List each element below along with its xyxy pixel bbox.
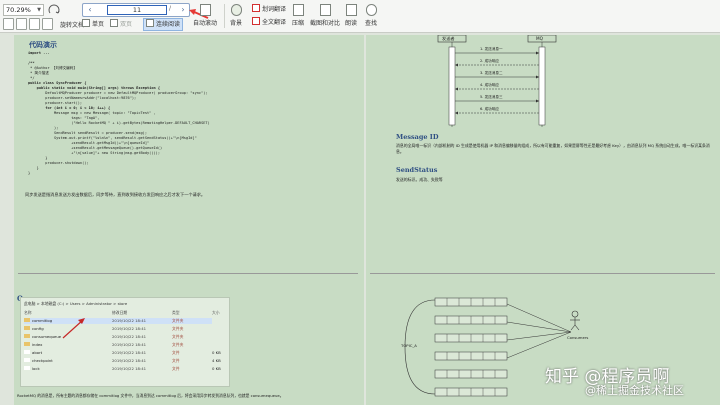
- read-aloud-icon: [345, 4, 357, 16]
- single-page-icon: [82, 19, 90, 27]
- seq-message-label: 3. 发送消息二: [480, 71, 503, 75]
- seq-arrowhead: [536, 75, 539, 79]
- zoom-value: 70.29%: [6, 6, 31, 14]
- rotate-icon[interactable]: [46, 4, 66, 16]
- full-translate-icon: [252, 17, 260, 25]
- consumers-label: Consumers: [567, 335, 589, 340]
- background-button[interactable]: 背景: [230, 4, 242, 27]
- fit-page-icon[interactable]: [3, 18, 14, 30]
- continuous-read-button[interactable]: 连续阅读: [143, 18, 184, 31]
- seq-message-label: 5. 发送消息三: [480, 95, 503, 99]
- single-page-button[interactable]: 单页: [82, 19, 104, 30]
- file-row[interactable]: config 2019/10/22 18:41 文件夹: [24, 326, 212, 332]
- auto-scroll-icon: [199, 4, 211, 16]
- file-row[interactable]: lock 2019/10/22 18:41 文件 0 KB: [24, 366, 221, 372]
- seq-participant-sender: 发送者: [442, 36, 455, 41]
- seq-arrowhead: [536, 99, 539, 103]
- annotation-arrow-icon: [62, 318, 85, 339]
- section-title-send-status: SendStatus: [396, 166, 438, 174]
- search-icon: [365, 4, 377, 16]
- section-title-code: 代码演示: [29, 40, 57, 49]
- read-aloud-button[interactable]: 朗读: [345, 4, 357, 27]
- toolbar: 70.29% ▼ 旋转文档 ‹ / › 单页 双页 连续阅读 自动滚动 背景 划…: [0, 0, 720, 33]
- file-row[interactable]: commitlog 2019/10/22 18:41 文件夹: [24, 318, 212, 324]
- continuous-read-icon: [146, 19, 154, 27]
- page-divider: [18, 273, 358, 274]
- breadcrumb: 此电脑 > 本地磁盘 (C:) > Users > Administrator …: [24, 301, 128, 306]
- page-total: /: [169, 5, 172, 12]
- file-table-header: 名称 修改日期 类型 大小: [24, 310, 220, 315]
- folder-icon: [24, 342, 30, 346]
- compress-button[interactable]: 压缩: [292, 4, 304, 27]
- actual-size-icon[interactable]: [29, 18, 40, 30]
- seq-arrowhead: [455, 63, 458, 67]
- divider: [224, 4, 225, 28]
- translate-icon: [252, 4, 260, 12]
- file-explorer-screenshot: 此电脑 > 本地磁盘 (C:) > Users > Administrator …: [20, 297, 230, 387]
- code-line: }: [28, 171, 31, 175]
- rotate-label[interactable]: 旋转文档: [60, 20, 84, 29]
- seq-message-label: 1. 发送消息一: [480, 47, 503, 51]
- double-page-icon: [110, 19, 118, 27]
- file-icon: [24, 358, 30, 362]
- file-row[interactable]: consumequeue 2019/10/22 18:41 文件夹: [24, 334, 212, 340]
- bottom-paragraph: RocketMQ 的消息是，所有主题的消息都存储在 commitlog 文件中，…: [17, 393, 284, 398]
- sync-send-paragraph: 同步发送是指消息发送方发出数据后，同步等待，直到收到接收方发回响应之后才发下一个…: [25, 192, 206, 197]
- topic-label: TOPIC_A: [401, 343, 417, 348]
- page-navigator: ‹ / ›: [82, 3, 190, 17]
- send-status-paragraph: 发送的标识。成功、失败等: [396, 177, 443, 182]
- screenshot-icon: [319, 4, 331, 16]
- full-translate-button[interactable]: 全文翻译: [252, 17, 286, 28]
- seq-message-label: 2. 成功响应: [480, 59, 499, 63]
- watermark-juejin: @稀土掘金技术社区: [585, 384, 684, 397]
- folder-icon: [24, 326, 30, 330]
- page-divider: [370, 273, 715, 274]
- folder-icon: [24, 334, 30, 338]
- zoom-select[interactable]: 70.29% ▼: [3, 4, 44, 16]
- seq-participant-mq: MQ: [536, 36, 543, 41]
- seq-arrowhead: [455, 111, 458, 115]
- section-title-message-id: Message ID: [396, 133, 439, 141]
- zoom-in-icon[interactable]: [42, 18, 53, 30]
- compress-icon: [292, 4, 304, 16]
- file-row[interactable]: checkpoint 2019/10/22 18:41 文件 4 KB: [24, 358, 221, 364]
- prev-page-icon[interactable]: ‹: [85, 4, 95, 16]
- chevron-down-icon: ▼: [37, 7, 41, 13]
- file-icon: [24, 366, 30, 370]
- double-page-button[interactable]: 双页: [110, 19, 132, 30]
- auto-scroll-button[interactable]: 自动滚动: [193, 4, 217, 27]
- seq-message-label: 4. 成功响应: [480, 83, 499, 87]
- seq-message-label: 6. 成功响应: [480, 107, 499, 111]
- search-button[interactable]: 查找: [365, 4, 377, 27]
- file-icon: [24, 350, 30, 354]
- word-translate-button[interactable]: 划词翻译: [252, 4, 286, 15]
- file-row[interactable]: abort 2019/10/22 18:41 文件 0 KB: [24, 350, 221, 356]
- screenshot-compare-button[interactable]: 截图和对比: [310, 4, 340, 27]
- seq-arrowhead: [536, 51, 539, 55]
- file-row[interactable]: index 2019/10/22 18:41 文件夹: [24, 342, 212, 348]
- folder-icon: [24, 318, 30, 322]
- page-number-input[interactable]: [107, 5, 167, 15]
- message-id-paragraph: 消息的全局唯一标识（内部机制的 ID 生成是使用机器 IP 和消息偏移量的组成，…: [396, 143, 710, 154]
- fit-width-icon[interactable]: [16, 18, 27, 30]
- background-icon: [230, 4, 242, 16]
- code-block: import ... /** * @Author 【刘博文编码】 * 简介描述 …: [28, 51, 348, 176]
- seq-arrowhead: [455, 87, 458, 91]
